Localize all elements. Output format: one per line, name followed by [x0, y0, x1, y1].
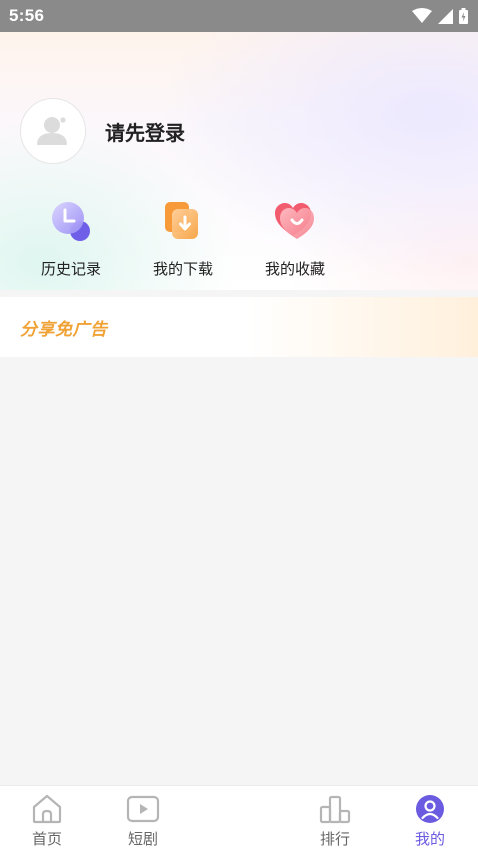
quick-action-label: 历史记录: [40, 260, 101, 278]
battery-icon: [459, 8, 468, 24]
bottom-nav: 首页 短剧 排行 我的: [0, 785, 478, 851]
quick-actions: 历史记录 我的下载 我的收藏: [0, 200, 478, 280]
nav-mine[interactable]: 我的: [400, 794, 460, 849]
quick-action-label: 我的收藏: [264, 260, 325, 278]
share-no-ads-banner[interactable]: 分享免广告: [0, 297, 478, 357]
nav-home[interactable]: 首页: [17, 794, 77, 849]
login-prompt[interactable]: 请先登录: [105, 117, 185, 146]
nav-label: 我的: [414, 830, 445, 848]
banner-text: 分享免广告: [20, 319, 108, 340]
status-time: 5:56: [9, 6, 45, 25]
nav-short-drama[interactable]: 短剧: [113, 794, 173, 849]
status-icons: [412, 8, 468, 24]
nav-label: 短剧: [127, 830, 158, 848]
play-video-icon: [126, 794, 160, 824]
history-clock-icon: [49, 200, 93, 244]
status-bar: 5:56: [0, 0, 478, 32]
download-icon: [161, 200, 205, 244]
nav-label: 排行: [319, 830, 350, 848]
quick-action-label: 我的下载: [152, 260, 213, 278]
default-avatar-icon[interactable]: [20, 98, 86, 164]
nav-ranking[interactable]: 排行: [305, 794, 365, 849]
home-icon: [30, 794, 64, 824]
heart-favorite-icon: [273, 200, 317, 244]
profile-header: 请先登录 历史记录 我的下载 我的收藏: [0, 32, 478, 290]
ranking-bars-icon: [318, 794, 352, 824]
wifi-icon: [412, 8, 432, 24]
quick-action-history[interactable]: 历史记录: [23, 200, 119, 279]
quick-action-favorites[interactable]: 我的收藏: [247, 200, 343, 279]
nav-label: 首页: [31, 830, 62, 848]
quick-action-downloads[interactable]: 我的下载: [135, 200, 231, 279]
login-row[interactable]: 请先登录: [20, 98, 185, 164]
user-profile-icon: [413, 794, 447, 824]
cell-signal-icon: [438, 8, 453, 24]
